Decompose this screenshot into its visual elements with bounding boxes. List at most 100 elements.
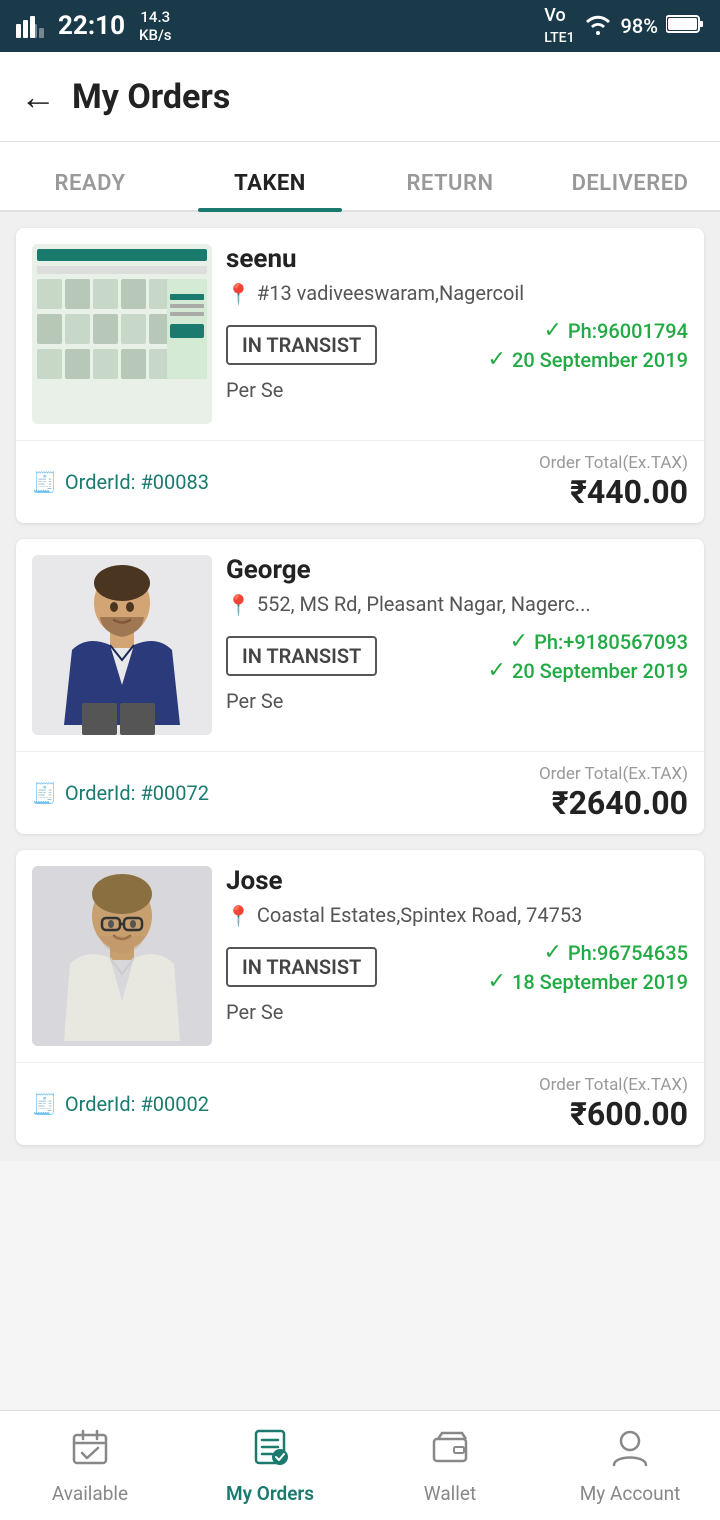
total-amount: ₹440.00 [539,473,688,511]
tab-delivered[interactable]: DELIVERED [540,171,720,210]
nav-my-account-label: My Account [580,1482,681,1505]
battery-percent: 98% [621,14,658,38]
tabs-bar: READY TAKEN RETURN DELIVERED [0,142,720,212]
address-row: 📍 552, MS Rd, Pleasant Nagar, Nagerc... [226,591,688,617]
date-text: 20 September 2019 [512,348,688,372]
customer-name: Jose [226,866,688,896]
order-id-icon: 🧾 [32,781,57,805]
bottom-nav: Available My Orders Wallet [0,1410,720,1520]
location-icon: 📍 [226,904,251,928]
date-text: 20 September 2019 [512,659,688,683]
address-row: 📍 Coastal Estates,Spintex Road, 74753 [226,902,688,928]
battery-icon [666,14,704,39]
order-footer: 🧾 OrderId: #00083 Order Total(Ex.TAX) ₹4… [16,440,704,523]
orders-list: seenu 📍 #13 vadiveeswaram,Nagercoil IN T… [0,212,720,1161]
total-label: Order Total(Ex.TAX) [539,1075,688,1095]
check-icon: ✓ [543,318,561,343]
nav-my-account[interactable]: My Account [540,1411,720,1520]
phone-text: Ph:96754635 [568,941,688,965]
phone-text: Ph:+9180567093 [534,630,688,654]
order-card: seenu 📍 #13 vadiveeswaram,Nagercoil IN T… [16,228,704,523]
tab-ready[interactable]: READY [0,171,180,210]
order-id-text: OrderId: #00002 [65,1092,209,1116]
order-image [32,866,212,1046]
transit-badge: IN TRANSIST [226,636,377,676]
order-total: Order Total(Ex.TAX) ₹600.00 [539,1075,688,1133]
customer-name: George [226,555,688,585]
nav-wallet-label: Wallet [424,1482,476,1505]
perse-row: Per Se [226,378,688,402]
total-label: Order Total(Ex.TAX) [539,764,688,784]
nav-my-orders[interactable]: My Orders [180,1411,360,1520]
check-icon: ✓ [510,629,528,654]
tab-return[interactable]: RETURN [360,171,540,210]
data-speed: 14.3KB/s [139,8,172,44]
header: ← My Orders [0,52,720,142]
phone-item: ✓ Ph:96001794 [543,318,688,343]
address-text: #13 vadiveeswaram,Nagercoil [257,280,524,306]
phone-date-right: ✓ Ph:96754635 ✓ 18 September 2019 [488,940,688,994]
per-se-text: Per Se [226,689,283,713]
order-id-icon: 🧾 [32,1092,57,1116]
status-row: IN TRANSIST ✓ Ph:96754635 ✓ 18 September… [226,940,688,994]
date-item: ✓ 18 September 2019 [488,969,688,994]
network-icon [16,10,44,43]
check-icon-2: ✓ [488,969,506,994]
status-network: 22:10 14.3KB/s [16,8,172,44]
back-button[interactable]: ← [20,76,56,118]
order-info: George 📍 552, MS Rd, Pleasant Nagar, Nag… [226,555,688,735]
check-icon-2: ✓ [488,347,506,372]
order-id: 🧾 OrderId: #00083 [32,470,209,494]
order-footer: 🧾 OrderId: #00002 Order Total(Ex.TAX) ₹6… [16,1062,704,1145]
order-card: George 📍 552, MS Rd, Pleasant Nagar, Nag… [16,539,704,834]
perse-row: Per Se [226,689,688,713]
order-main: Jose 📍 Coastal Estates,Spintex Road, 747… [16,850,704,1062]
per-se-text: Per Se [226,1000,283,1024]
time-display: 22:10 [58,11,125,41]
date-item: ✓ 20 September 2019 [488,658,688,683]
order-main: seenu 📍 #13 vadiveeswaram,Nagercoil IN T… [16,228,704,440]
total-amount: ₹600.00 [539,1095,688,1133]
status-row: IN TRANSIST ✓ Ph:+9180567093 ✓ 20 Septem… [226,629,688,683]
wifi-icon [583,13,613,40]
order-image [32,244,212,424]
location-icon: 📍 [226,282,251,306]
address-text: Coastal Estates,Spintex Road, 74753 [257,902,582,928]
volte-icon: VoLTE1 [544,5,574,47]
order-card: Jose 📍 Coastal Estates,Spintex Road, 747… [16,850,704,1145]
nav-wallet[interactable]: Wallet [360,1411,540,1520]
order-id-icon: 🧾 [32,470,57,494]
perse-row: Per Se [226,1000,688,1024]
order-id: 🧾 OrderId: #00002 [32,1092,209,1116]
order-id-text: OrderId: #00072 [65,781,209,805]
check-icon: ✓ [543,940,561,965]
transit-badge: IN TRANSIST [226,947,377,987]
status-bar: 22:10 14.3KB/s VoLTE1 98% [0,0,720,52]
customer-name: seenu [226,244,688,274]
total-amount: ₹2640.00 [539,784,688,822]
location-icon: 📍 [226,593,251,617]
date-item: ✓ 20 September 2019 [488,347,688,372]
order-total: Order Total(Ex.TAX) ₹440.00 [539,453,688,511]
total-label: Order Total(Ex.TAX) [539,453,688,473]
wallet-icon [430,1427,470,1476]
page-title: My Orders [72,77,230,117]
phone-item: ✓ Ph:96754635 [543,940,688,965]
order-id: 🧾 OrderId: #00072 [32,781,209,805]
per-se-text: Per Se [226,378,283,402]
phone-item: ✓ Ph:+9180567093 [510,629,688,654]
calendar-check-icon [70,1427,110,1476]
transit-badge: IN TRANSIST [226,325,377,365]
orders-icon [250,1427,290,1476]
check-icon-2: ✓ [488,658,506,683]
phone-date-right: ✓ Ph:+9180567093 ✓ 20 September 2019 [488,629,688,683]
order-total: Order Total(Ex.TAX) ₹2640.00 [539,764,688,822]
address-text: 552, MS Rd, Pleasant Nagar, Nagerc... [257,591,591,617]
nav-available[interactable]: Available [0,1411,180,1520]
account-icon [610,1427,650,1476]
order-info: seenu 📍 #13 vadiveeswaram,Nagercoil IN T… [226,244,688,424]
tab-taken[interactable]: TAKEN [180,171,360,210]
order-image [32,555,212,735]
phone-date-right: ✓ Ph:96001794 ✓ 20 September 2019 [488,318,688,372]
order-main: George 📍 552, MS Rd, Pleasant Nagar, Nag… [16,539,704,751]
